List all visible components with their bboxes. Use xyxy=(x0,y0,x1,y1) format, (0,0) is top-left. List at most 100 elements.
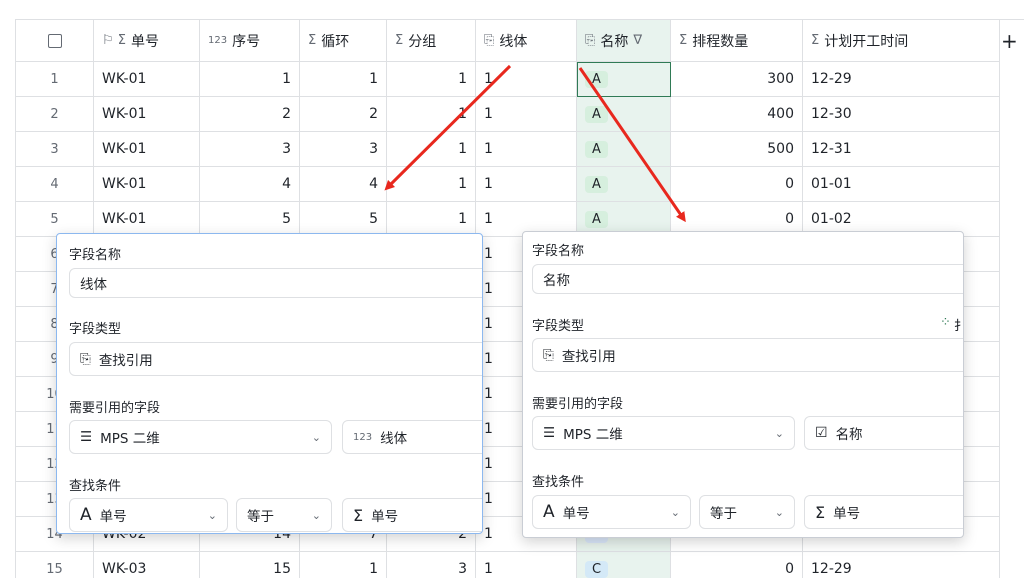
cell-cycle[interactable]: 2 xyxy=(300,97,387,132)
lookup-icon: ⎘ xyxy=(80,351,91,367)
cell-order-no[interactable]: WK-01 xyxy=(94,202,200,237)
cell-start[interactable]: 12-29 xyxy=(803,62,1000,97)
side-action[interactable]: ⁘ 扌 xyxy=(940,315,963,334)
cond-field-select[interactable]: A 单号 ⌄ xyxy=(69,498,228,532)
cell-seq[interactable]: 1 xyxy=(200,62,300,97)
row-number[interactable]: 5 xyxy=(16,202,94,237)
header-order-no[interactable]: ⚐ Σ 单号 xyxy=(94,20,200,62)
cell-group[interactable]: 3 xyxy=(387,552,476,578)
cell-seq[interactable]: 15 xyxy=(200,552,300,578)
name-tag: C xyxy=(585,560,609,578)
cell-group[interactable]: 1 xyxy=(387,97,476,132)
row-number[interactable]: 1 xyxy=(16,62,94,97)
cell-line[interactable]: 1 xyxy=(476,167,577,202)
cell-seq[interactable]: 4 xyxy=(200,167,300,202)
cell-group[interactable]: 1 xyxy=(387,62,476,97)
cell-order-no[interactable]: WK-01 xyxy=(94,167,200,202)
lookup-icon: ⎘ xyxy=(585,33,596,48)
lookup-icon: ⎘ xyxy=(543,347,554,363)
cell-group[interactable]: 1 xyxy=(387,167,476,202)
cell-qty[interactable]: 300 xyxy=(671,62,803,97)
cell-qty[interactable]: 0 xyxy=(671,167,803,202)
cond-op-select[interactable]: 等于 ⌄ xyxy=(699,495,795,529)
cell-cycle[interactable]: 4 xyxy=(300,167,387,202)
cell-line[interactable]: 1 xyxy=(476,97,577,132)
cell-seq[interactable]: 2 xyxy=(200,97,300,132)
cell-line[interactable]: 1 xyxy=(476,552,577,578)
name-tag: A xyxy=(585,140,608,158)
cell-qty[interactable]: 400 xyxy=(671,97,803,132)
chevron-down-icon: ⌄ xyxy=(311,508,321,522)
cond-field-select[interactable]: A 单号 ⌄ xyxy=(532,495,691,529)
lookup-icon: ⎘ xyxy=(484,33,495,48)
cell-qty[interactable]: 500 xyxy=(671,132,803,167)
header-label: 名称 xyxy=(600,33,629,50)
row-number[interactable]: 2 xyxy=(16,97,94,132)
header-start[interactable]: Σ 计划开工时间 xyxy=(803,20,1000,62)
cell-line[interactable]: 1 xyxy=(476,132,577,167)
cell-order-no[interactable]: WK-03 xyxy=(94,552,200,578)
cell-start[interactable]: 12-31 xyxy=(803,132,1000,167)
cell-name[interactable]: A xyxy=(577,62,671,97)
cell-group[interactable]: 1 xyxy=(387,132,476,167)
chevron-down-icon: ⌄ xyxy=(207,508,217,522)
cell-seq[interactable]: 5 xyxy=(200,202,300,237)
field-name-input[interactable]: 线体 xyxy=(69,268,482,298)
ref-table-select[interactable]: ☰ MPS 二维 ⌄ xyxy=(532,416,795,450)
cell-line[interactable]: 1 xyxy=(476,62,577,97)
ref-table-select[interactable]: ☰ MPS 二维 ⌄ xyxy=(69,420,332,454)
header-label: 单号 xyxy=(131,33,160,50)
sigma-icon: Σ xyxy=(308,33,317,48)
text-type-icon: A xyxy=(80,505,92,525)
header-line[interactable]: ⎘ 线体 xyxy=(476,20,577,62)
checkbox-icon[interactable] xyxy=(47,33,62,48)
header-label: 序号 xyxy=(232,33,261,50)
cond-value-select[interactable]: Σ 单号 xyxy=(804,495,963,529)
grid-apps-icon: ⁘ xyxy=(940,315,951,330)
cond-op-value: 等于 xyxy=(710,506,737,522)
cell-name[interactable]: A xyxy=(577,97,671,132)
cell-start[interactable]: 12-30 xyxy=(803,97,1000,132)
row-number[interactable]: 15 xyxy=(16,552,94,578)
field-type-select[interactable]: ⎘ 查找引用 xyxy=(69,342,482,376)
cond-op-select[interactable]: 等于 ⌄ xyxy=(236,498,332,532)
add-column-button[interactable]: + xyxy=(1001,20,1018,62)
sigma-icon: Σ xyxy=(679,33,688,48)
cell-order-no[interactable]: WK-01 xyxy=(94,132,200,167)
header-group[interactable]: Σ 分组 xyxy=(387,20,476,62)
field-type-select[interactable]: ⎘ 查找引用 xyxy=(532,338,963,372)
cell-cycle[interactable]: 5 xyxy=(300,202,387,237)
field-name-input[interactable]: 名称 xyxy=(532,264,963,294)
side-action-label: 扌 xyxy=(954,315,963,334)
ref-table-value: MPS 二维 xyxy=(100,431,160,447)
cell-cycle[interactable]: 3 xyxy=(300,132,387,167)
cell-cycle[interactable]: 1 xyxy=(300,552,387,578)
cell-order-no[interactable]: WK-01 xyxy=(94,97,200,132)
cell-seq[interactable]: 3 xyxy=(200,132,300,167)
cell-group[interactable]: 1 xyxy=(387,202,476,237)
header-qty[interactable]: Σ 排程数量 xyxy=(671,20,803,62)
row-number[interactable]: 4 xyxy=(16,167,94,202)
ref-field-select[interactable]: ☑ 名称 xyxy=(804,416,963,450)
cell-name[interactable]: A xyxy=(577,132,671,167)
row-number[interactable]: 3 xyxy=(16,132,94,167)
flag-sigma-icon: ⚐ Σ xyxy=(102,33,127,48)
ref-field-select[interactable]: 123 线体 xyxy=(342,420,482,454)
header-seq[interactable]: 123 序号 xyxy=(200,20,300,62)
chevron-down-icon: ⌄ xyxy=(774,505,784,519)
header-label: 计划开工时间 xyxy=(824,33,909,50)
cell-cycle[interactable]: 1 xyxy=(300,62,387,97)
cell-order-no[interactable]: WK-01 xyxy=(94,62,200,97)
header-check[interactable] xyxy=(16,20,94,62)
cell-name[interactable]: A xyxy=(577,167,671,202)
cell-qty[interactable]: 0 xyxy=(671,552,803,578)
cond-value-select[interactable]: Σ 单号 xyxy=(342,498,482,532)
filter-icon[interactable]: ∇ xyxy=(633,33,642,48)
header-cycle[interactable]: Σ 循环 xyxy=(300,20,387,62)
text-type-icon: A xyxy=(543,502,555,522)
cell-name[interactable]: C xyxy=(577,552,671,578)
header-name[interactable]: ⎘ 名称 ∇ xyxy=(577,20,671,62)
cell-start[interactable]: 01-01 xyxy=(803,167,1000,202)
cell-start[interactable]: 12-29 xyxy=(803,552,1000,578)
name-tag: A xyxy=(585,70,608,88)
